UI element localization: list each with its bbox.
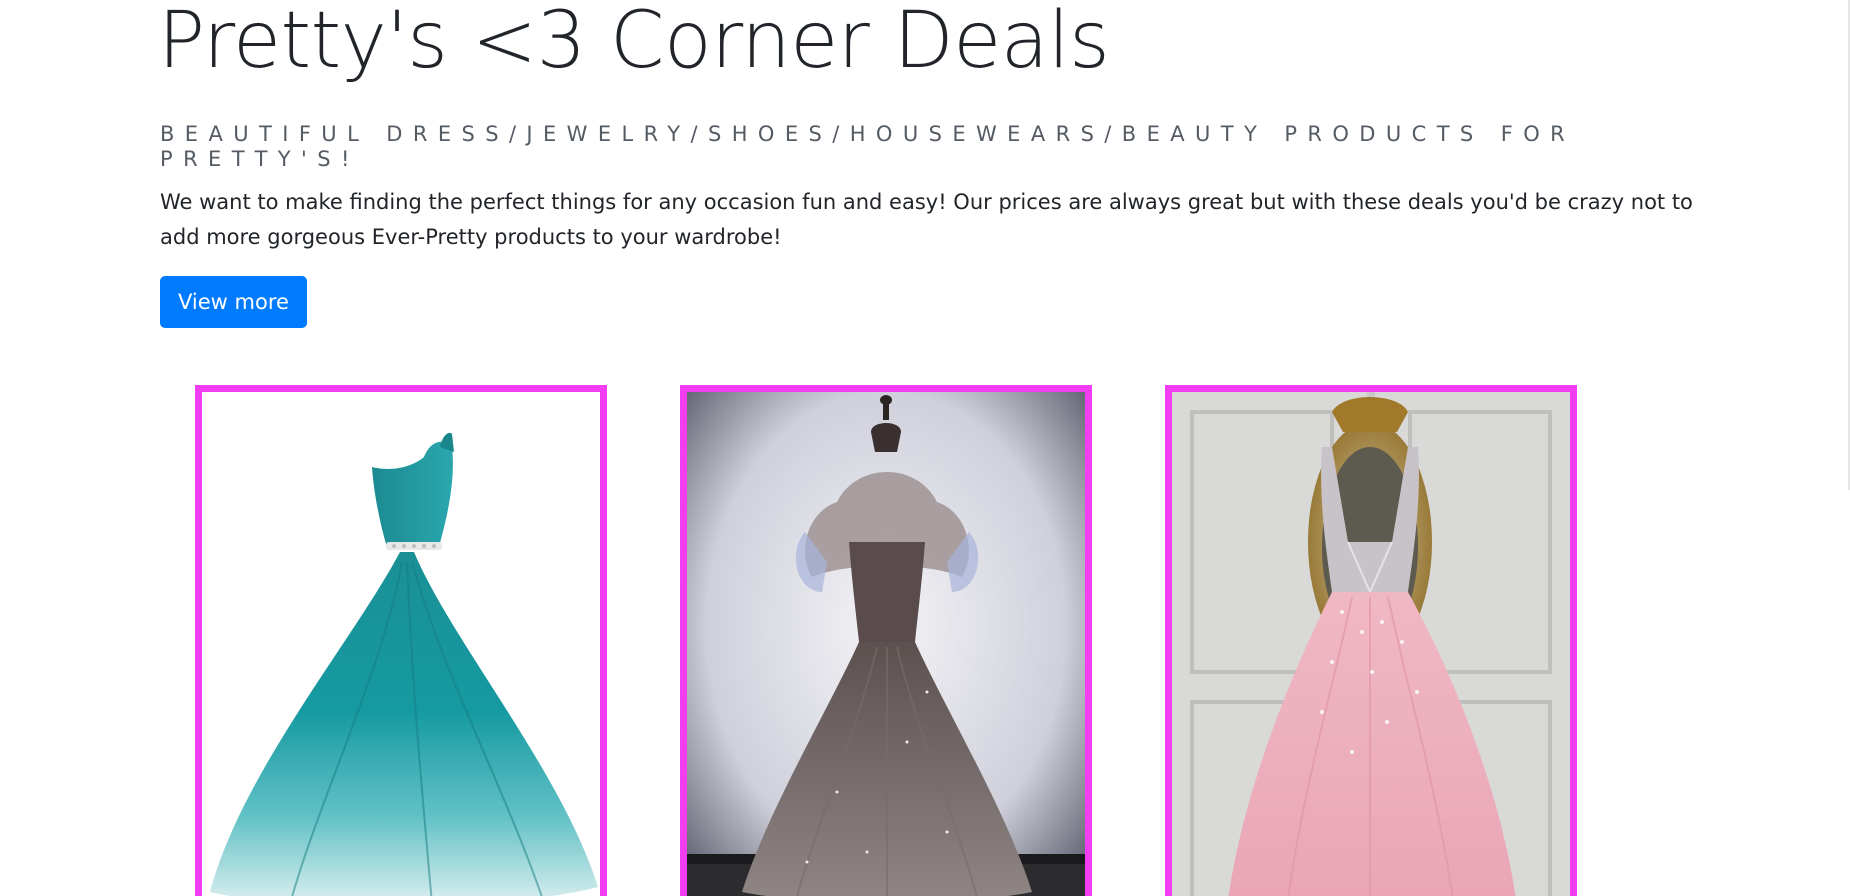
page: Pretty's <3 Corner Deals Beautiful Dress…: [0, 0, 1850, 896]
grey-tulle-gown-image[interactable]: [687, 392, 1085, 896]
page-title: Pretty's <3 Corner Deals: [158, 0, 1110, 86]
page-tagline: Beautiful Dress/Jewelry/Shoes/Housewears…: [160, 122, 1576, 171]
product-gallery: [0, 385, 1850, 896]
product-card[interactable]: [680, 385, 1092, 896]
view-more-button[interactable]: View more: [160, 276, 307, 328]
product-card[interactable]: [1165, 385, 1577, 896]
pink-beaded-gown-image[interactable]: [1172, 392, 1570, 896]
page-description: We want to make finding the perfect thin…: [160, 190, 1693, 249]
product-card[interactable]: [195, 385, 607, 896]
teal-one-shoulder-gown-image[interactable]: [202, 392, 600, 896]
